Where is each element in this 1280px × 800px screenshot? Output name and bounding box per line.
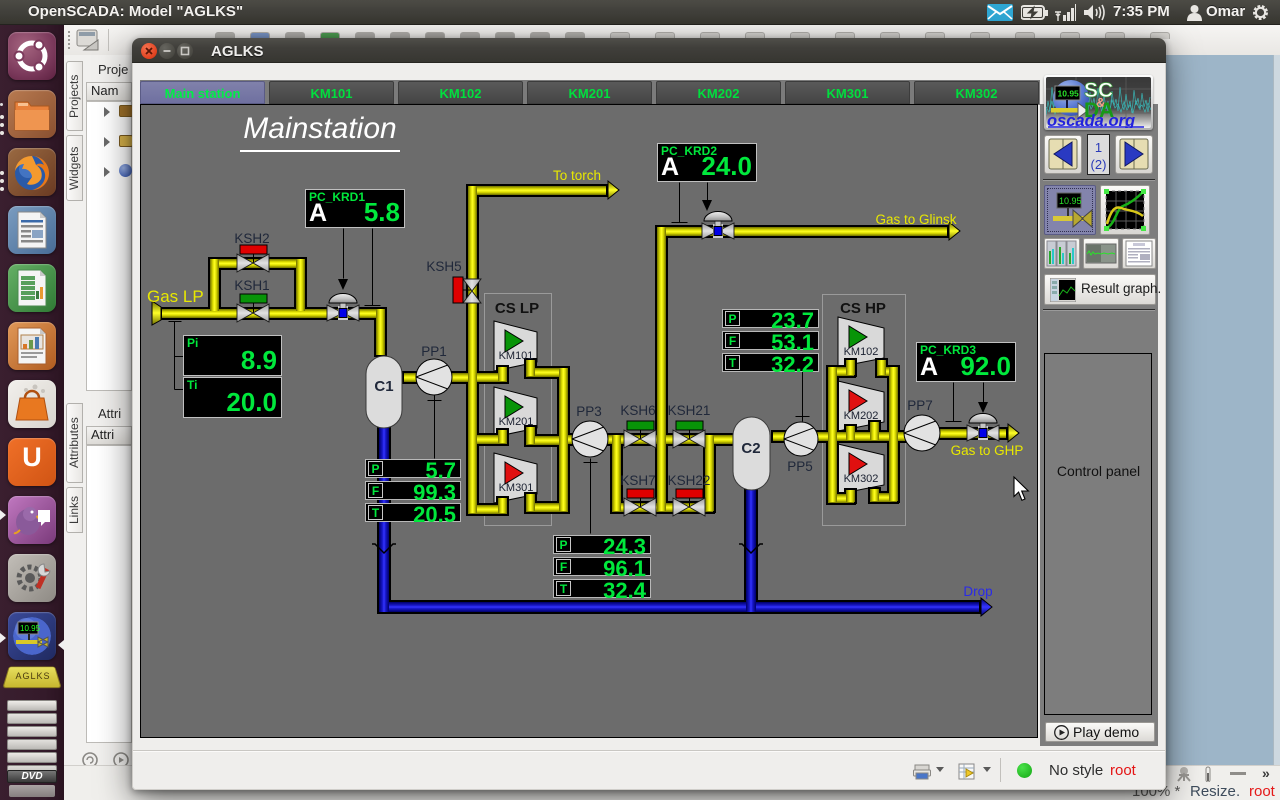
- svg-text:10.95: 10.95: [20, 624, 41, 633]
- svg-text:oscada.org: oscada.org: [1047, 112, 1135, 128]
- svg-text:10.95: 10.95: [1058, 89, 1080, 99]
